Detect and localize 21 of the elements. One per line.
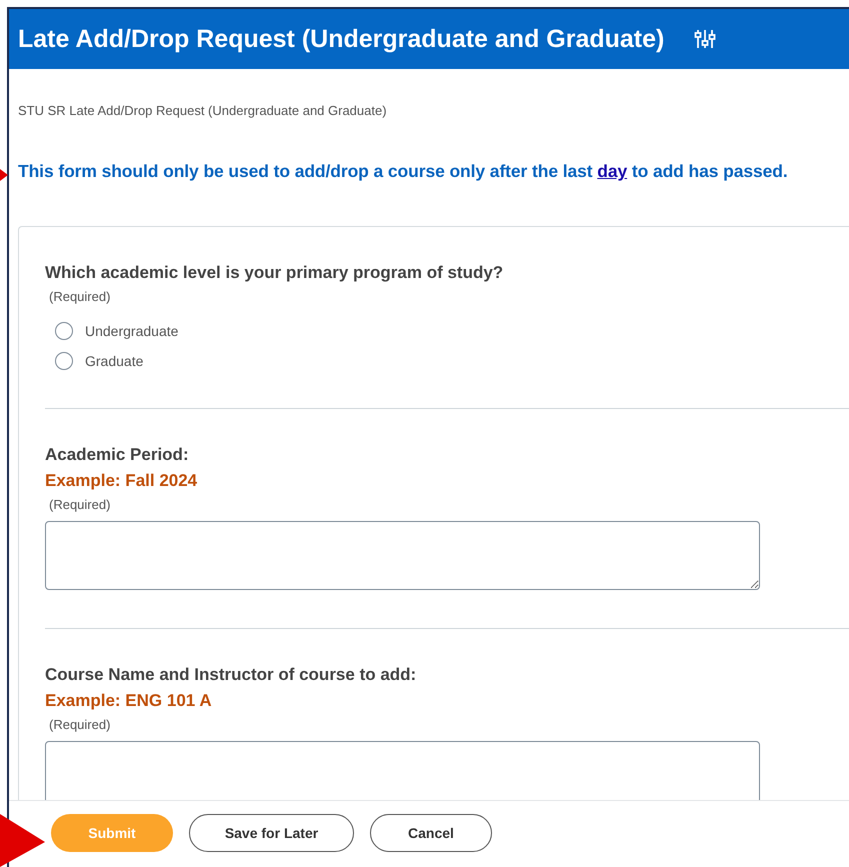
- question-label: Academic Period:: [45, 445, 190, 465]
- radio-button[interactable]: [55, 352, 73, 370]
- question-label: Course Name and Instructor of course to add:: [45, 665, 418, 685]
- question-label: Which academic level is your primary program of study?: [45, 263, 504, 283]
- example-text: Example: Fall 2024: [45, 471, 198, 491]
- form-subtitle: STU SR Late Add/Drop Request (Undergraduate and Graduate): [18, 103, 388, 118]
- radio-button[interactable]: [55, 322, 73, 340]
- sliders-icon[interactable]: [694, 28, 716, 50]
- answer-field[interactable]: [45, 521, 760, 590]
- required-note: (Required): [49, 717, 112, 732]
- required-note: (Required): [49, 497, 112, 512]
- required-note: (Required): [49, 289, 112, 304]
- notice-text: This form should only be used to add/drop a course only after the last day to add has passed.: [18, 161, 789, 182]
- action-button[interactable]: Cancel: [370, 814, 492, 852]
- form-title: Late Add/Drop Request (Undergraduate and Graduate): [18, 24, 664, 54]
- option-label[interactable]: Graduate: [85, 353, 144, 369]
- option-label[interactable]: Undergraduate: [85, 323, 178, 339]
- example-text: Example: ENG 101 A: [45, 691, 213, 711]
- answer-field[interactable]: [45, 741, 760, 800]
- action-button[interactable]: Save for Later: [189, 814, 354, 852]
- day-link[interactable]: day: [597, 161, 628, 181]
